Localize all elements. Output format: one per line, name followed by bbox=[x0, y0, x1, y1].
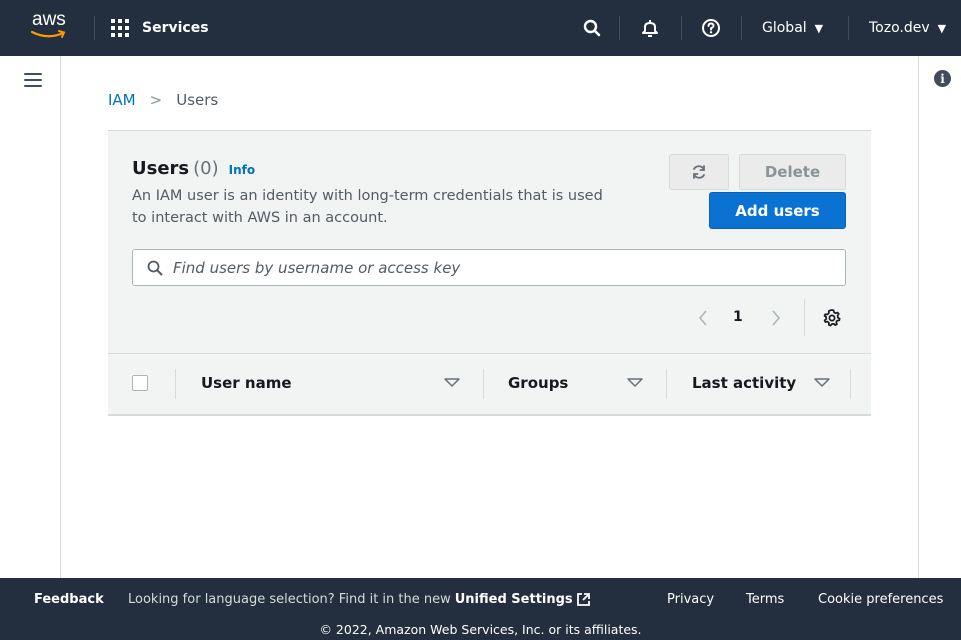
search-input[interactable] bbox=[173, 258, 813, 277]
caret-down-icon: ▼ bbox=[814, 21, 824, 35]
services-label: Services bbox=[142, 20, 209, 36]
menu-icon[interactable] bbox=[24, 73, 42, 87]
account-menu[interactable]: Tozo.dev ▼ bbox=[869, 0, 946, 56]
aws-logo[interactable]: aws bbox=[28, 9, 74, 45]
nav-divider bbox=[619, 16, 620, 40]
select-all-checkbox[interactable] bbox=[132, 375, 148, 391]
panel-description: An IAM user is an identity with long-ter… bbox=[132, 188, 603, 226]
next-page-button[interactable] bbox=[766, 305, 786, 331]
sort-down-icon[interactable] bbox=[627, 378, 643, 388]
privacy-link[interactable]: Privacy bbox=[667, 592, 714, 607]
feedback-link[interactable]: Feedback bbox=[34, 592, 104, 607]
terms-link[interactable]: Terms bbox=[746, 592, 784, 607]
previous-page-button[interactable] bbox=[693, 305, 713, 331]
info-icon[interactable]: i bbox=[934, 70, 951, 87]
column-divider bbox=[483, 369, 484, 399]
sort-down-icon[interactable] bbox=[814, 378, 830, 388]
users-count: (0) bbox=[193, 158, 219, 179]
account-label: Tozo.dev bbox=[869, 20, 930, 36]
unified-settings-link[interactable]: Unified Settings bbox=[455, 592, 591, 607]
column-header-last-activity[interactable]: Last activity bbox=[692, 374, 796, 392]
page-title: Users bbox=[132, 158, 190, 179]
sort-down-icon[interactable] bbox=[444, 378, 460, 388]
column-divider bbox=[850, 369, 851, 399]
services-grid-icon bbox=[111, 19, 129, 37]
cookie-preferences-link[interactable]: Cookie preferences bbox=[818, 592, 943, 607]
search-button[interactable] bbox=[580, 0, 604, 56]
chevron-left-icon bbox=[698, 310, 707, 326]
region-label: Global bbox=[762, 20, 807, 36]
add-users-button[interactable]: Add users bbox=[709, 192, 846, 229]
aws-logo-text: aws bbox=[32, 9, 66, 30]
panel-header: Users (0) Info bbox=[132, 158, 255, 179]
breadcrumb-iam-link[interactable]: IAM bbox=[108, 91, 136, 109]
external-link-icon bbox=[576, 593, 590, 606]
language-notice: Looking for language selection? Find it … bbox=[128, 592, 591, 607]
gear-icon bbox=[823, 309, 841, 327]
help-icon bbox=[702, 19, 720, 37]
breadcrumb: IAM > Users bbox=[108, 91, 218, 109]
aws-smile-icon bbox=[30, 30, 66, 38]
chevron-right-icon bbox=[772, 310, 781, 326]
tools-panel-rail bbox=[918, 56, 961, 578]
table-top-border bbox=[108, 353, 871, 354]
search-icon bbox=[583, 19, 601, 37]
column-divider bbox=[666, 369, 667, 399]
top-navigation: aws Services Global ▼ Tozo.dev ▼ bbox=[0, 0, 961, 56]
notifications-button[interactable] bbox=[638, 0, 662, 56]
nav-divider bbox=[681, 16, 682, 40]
bell-icon bbox=[642, 20, 658, 37]
language-prompt: Looking for language selection? Find it … bbox=[128, 592, 451, 607]
search-icon bbox=[147, 260, 163, 275]
search-field[interactable] bbox=[132, 249, 846, 286]
column-divider bbox=[175, 369, 176, 399]
table-settings-button[interactable] bbox=[821, 307, 843, 329]
breadcrumb-separator: > bbox=[149, 91, 163, 109]
nav-divider bbox=[848, 16, 849, 40]
footer: Feedback Looking for language selection?… bbox=[0, 578, 961, 640]
column-header-groups[interactable]: Groups bbox=[508, 374, 568, 392]
refresh-icon bbox=[693, 165, 705, 179]
info-link[interactable]: Info bbox=[229, 163, 255, 177]
copyright-text: © 2022, Amazon Web Services, Inc. or its… bbox=[319, 622, 642, 637]
page-number[interactable]: 1 bbox=[733, 309, 743, 325]
breadcrumb-current: Users bbox=[176, 91, 219, 109]
help-button[interactable] bbox=[699, 0, 723, 56]
side-navigation-rail bbox=[0, 56, 61, 578]
caret-down-icon: ▼ bbox=[937, 21, 947, 35]
region-selector[interactable]: Global ▼ bbox=[762, 0, 823, 56]
delete-button[interactable]: Delete bbox=[739, 154, 846, 190]
pager-divider bbox=[804, 299, 805, 336]
refresh-button[interactable] bbox=[669, 154, 729, 190]
services-menu[interactable]: Services bbox=[111, 0, 209, 56]
table-header-border bbox=[108, 414, 871, 416]
nav-divider bbox=[94, 16, 95, 40]
column-header-user-name[interactable]: User name bbox=[201, 374, 292, 392]
nav-divider bbox=[741, 16, 742, 40]
unified-settings-label: Unified Settings bbox=[454, 592, 573, 607]
